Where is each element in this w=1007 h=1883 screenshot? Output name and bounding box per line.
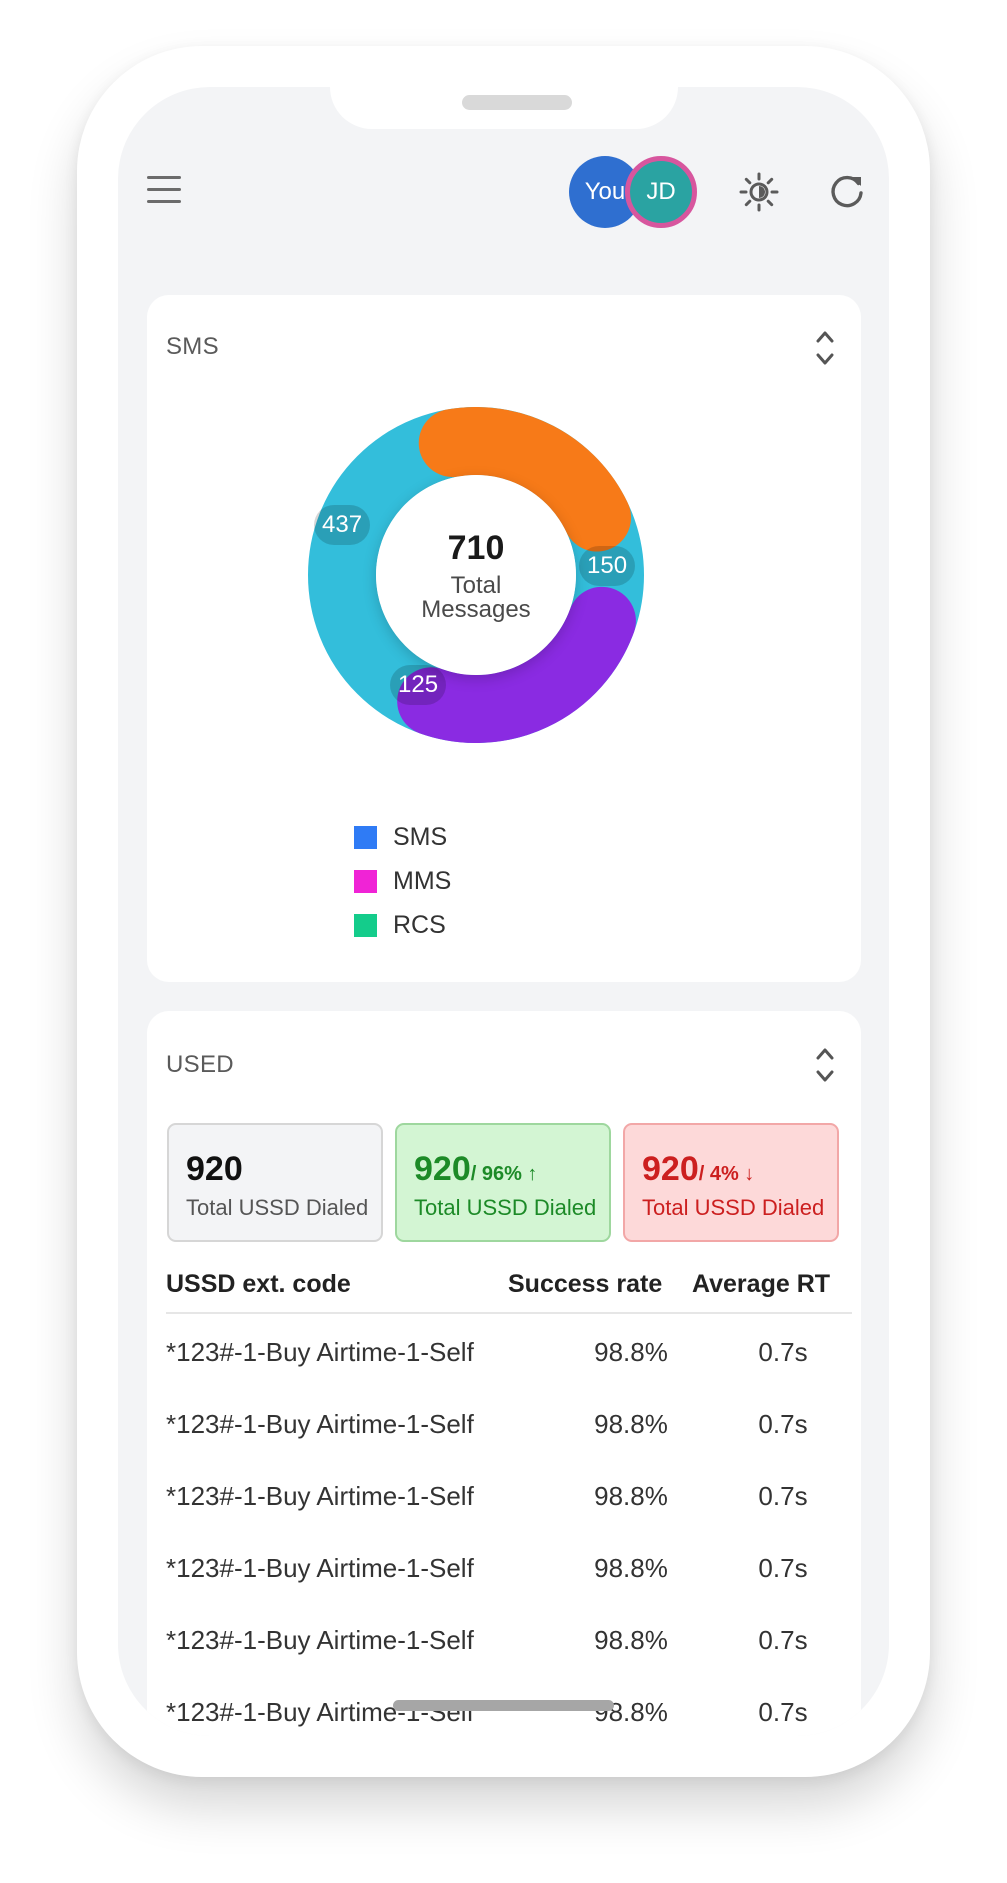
column-header-code[interactable]: USSD ext. code [166,1270,351,1299]
stat-label: Total USSD Dialed [186,1195,369,1220]
legend-label: MMS [393,866,452,895]
donut-center: 710 Total Messages [376,475,576,675]
table-row[interactable]: *123#-1-Buy Airtime-1-Self 98.8% 0.7s [166,1532,852,1604]
cell-code: *123#-1-Buy Airtime-1-Self [166,1553,474,1583]
cell-average-rt: 0.7s [758,1697,808,1727]
stat-number: 920 [186,1150,243,1188]
cell-average-rt: 0.7s [758,1481,808,1511]
stat-number: 920 [642,1150,699,1188]
table-row[interactable]: *123#-1-Buy Airtime-1-Self 98.8% 0.7s [166,1460,852,1532]
phone-frame: You JD SMS 710 Total Messages 437 150 12… [77,46,930,1777]
legend-swatch [354,825,377,849]
stat-delta-down: / 4% ↓ [698,1163,755,1185]
cell-code: *123#-1-Buy Airtime-1-Self [166,1481,474,1511]
sun-icon[interactable] [736,169,782,215]
table-row[interactable]: *123#-1-Buy Airtime-1-Self 98.8% 0.7s [166,1316,852,1388]
table-row[interactable]: *123#-1-Buy Airtime-1-Self 98.8% 0.7s [166,1604,852,1676]
stat-number: 920 [414,1150,471,1188]
sms-card: SMS 710 Total Messages 437 150 125 SMS M… [147,295,861,982]
stat-delta-up: / 96% ↑ [470,1163,538,1185]
legend-label: SMS [393,822,448,851]
donut-total: 710 [447,528,505,567]
phone-screen: You JD SMS 710 Total Messages 437 150 12… [118,87,889,1736]
column-header-success-rate[interactable]: Success rate [508,1270,662,1299]
slice-label-cyan: 437 [314,505,371,545]
card-title: USED [166,1051,234,1078]
donut-chart: 710 Total Messages 437 150 125 [308,407,644,743]
cell-average-rt: 0.7s [758,1337,808,1367]
legend-swatch [354,913,377,937]
column-header-average-rt[interactable]: Average RT [692,1270,830,1299]
slice-label-purple: 150 [579,546,636,586]
sort-toggle-icon[interactable] [812,1043,838,1087]
stat-value: 920 [186,1150,243,1189]
stat-label: Total USSD Dialed [414,1195,597,1220]
cell-average-rt: 0.7s [758,1625,808,1655]
menu-icon[interactable] [147,176,183,206]
home-indicator[interactable] [393,1700,614,1711]
refresh-icon[interactable] [824,169,870,215]
table-body: *123#-1-Buy Airtime-1-Self 98.8% 0.7s *123#… [166,1316,852,1736]
cell-success-rate: 98.8% [594,1553,668,1583]
chart-legend: SMS MMS RCS [354,815,451,947]
cell-average-rt: 0.7s [758,1409,808,1439]
slice-label-orange: 125 [390,665,447,705]
sort-toggle-icon[interactable] [812,326,838,370]
legend-swatch [354,869,377,893]
legend-item-rcs[interactable]: RCS [354,903,451,947]
legend-item-sms[interactable]: SMS [354,815,451,859]
cell-code: *123#-1-Buy Airtime-1-Self [166,1625,474,1655]
table-header: USSD ext. code Success rate Average RT [166,1258,852,1314]
donut-total-label: Total Messages [421,571,531,623]
speaker-grille [462,95,572,110]
cell-success-rate: 98.8% [594,1625,668,1655]
legend-label: RCS [393,910,446,939]
used-card: USED 920 Total USSD Dialed 920/ 96% ↑ To… [147,1011,861,1736]
stat-value: 920/ 96% ↑ [414,1150,537,1189]
cell-average-rt: 0.7s [758,1553,808,1583]
stat-label: Total USSD Dialed [642,1195,825,1220]
cell-code: *123#-1-Buy Airtime-1-Self [166,1409,474,1439]
stat-value: 920/ 4% ↓ [642,1150,754,1189]
cell-success-rate: 98.8% [594,1409,668,1439]
table-row[interactable]: *123#-1-Buy Airtime-1-Self 98.8% 0.7s [166,1388,852,1460]
cell-success-rate: 98.8% [594,1481,668,1511]
phone-notch [330,87,678,129]
stat-success-ussd: 920/ 96% ↑ Total USSD Dialed [395,1123,611,1242]
cell-success-rate: 98.8% [594,1337,668,1367]
legend-item-mms[interactable]: MMS [354,859,451,903]
cell-code: *123#-1-Buy Airtime-1-Self [166,1337,474,1367]
card-title: SMS [166,333,219,360]
stat-failed-ussd: 920/ 4% ↓ Total USSD Dialed [623,1123,839,1242]
avatar-jd[interactable]: JD [625,156,697,228]
stat-total-ussd: 920 Total USSD Dialed [167,1123,383,1242]
